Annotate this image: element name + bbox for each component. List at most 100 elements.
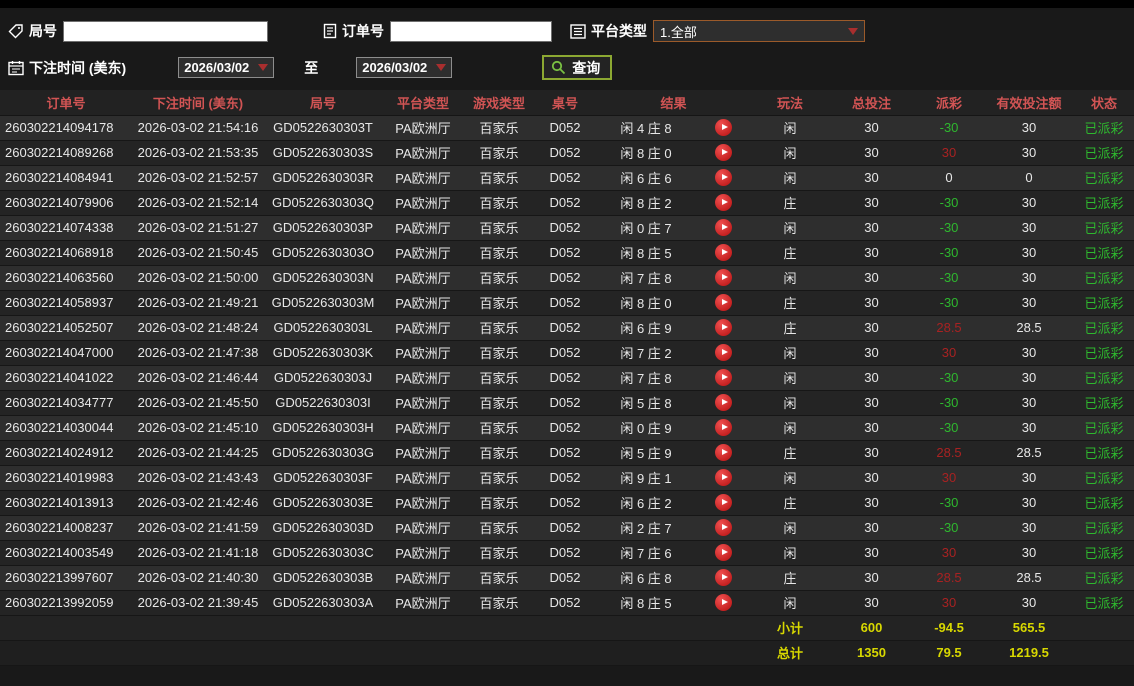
play-video-icon[interactable] xyxy=(715,419,732,437)
col-total-bet: 总投注 xyxy=(829,90,915,116)
cell-result: 闲 8 庄 5 xyxy=(596,590,696,616)
cell-result: 闲 7 庄 8 xyxy=(596,265,696,291)
cell-result: 闲 6 庄 2 xyxy=(596,490,696,516)
subtotal-label: 小计 xyxy=(751,615,830,641)
top-strip xyxy=(0,0,1134,8)
play-video-icon[interactable] xyxy=(715,144,732,162)
play-video-icon[interactable] xyxy=(715,444,732,462)
cell-play: 闲 xyxy=(751,590,830,616)
cell-payout: 0 xyxy=(914,165,985,191)
cell-platform: PA欧洲厅 xyxy=(382,590,464,616)
play-video-cell xyxy=(696,465,752,491)
cell-round-no: GD0522630303H xyxy=(264,415,382,441)
play-video-icon[interactable] xyxy=(715,544,732,562)
total-payout: 79.5 xyxy=(914,640,985,666)
cell-valid-bet: 30 xyxy=(984,290,1075,316)
cell-total-bet: 30 xyxy=(829,415,915,441)
table-row: 260302214068918 2026-03-02 21:50:45 GD0522… xyxy=(0,240,1134,266)
cell-round-no: GD0522630303T xyxy=(264,115,382,141)
cell-bet-time: 2026-03-02 21:43:43 xyxy=(132,465,264,491)
platform-type-value: 1.全部 xyxy=(660,24,697,40)
col-round-no: 局号 xyxy=(264,90,382,116)
cell-status: 已派彩 xyxy=(1074,190,1134,216)
cell-platform: PA欧洲厅 xyxy=(382,415,464,441)
cell-game: 百家乐 xyxy=(464,565,534,591)
cell-valid-bet: 30 xyxy=(984,490,1075,516)
cell-result: 闲 6 庄 8 xyxy=(596,565,696,591)
list-icon xyxy=(570,23,586,39)
cell-table-no: D052 xyxy=(534,190,596,216)
play-video-cell xyxy=(696,565,752,591)
search-button[interactable]: 查询 xyxy=(542,55,613,80)
cell-result: 闲 4 庄 8 xyxy=(596,115,696,141)
play-video-cell xyxy=(696,315,752,341)
play-video-icon[interactable] xyxy=(715,269,732,287)
cell-round-no: GD0522630303I xyxy=(264,390,382,416)
cell-payout: -30 xyxy=(914,190,985,216)
play-video-icon[interactable] xyxy=(715,319,732,337)
cell-result: 闲 7 庄 6 xyxy=(596,540,696,566)
cell-payout: 30 xyxy=(914,140,985,166)
subtotal-spacer xyxy=(0,615,752,641)
cell-play: 闲 xyxy=(751,115,830,141)
round-number-input[interactable] xyxy=(63,20,268,42)
play-video-icon[interactable] xyxy=(715,194,732,212)
cell-platform: PA欧洲厅 xyxy=(382,190,464,216)
cell-order-no: 260302214089268 xyxy=(0,140,132,166)
cell-table-no: D052 xyxy=(534,340,596,366)
cell-order-no: 260302214094178 xyxy=(0,115,132,141)
play-video-icon[interactable] xyxy=(715,494,732,512)
total-row: 总计 1350 79.5 1219.5 xyxy=(0,640,1134,666)
subtotal-row: 小计 600 -94.5 565.5 xyxy=(0,615,1134,641)
play-video-icon[interactable] xyxy=(715,369,732,387)
play-video-icon[interactable] xyxy=(715,469,732,487)
table-row: 260302214074338 2026-03-02 21:51:27 GD0522… xyxy=(0,215,1134,241)
cell-status: 已派彩 xyxy=(1074,340,1134,366)
play-video-icon[interactable] xyxy=(715,294,732,312)
cell-game: 百家乐 xyxy=(464,265,534,291)
order-number-input[interactable] xyxy=(390,20,552,42)
col-play-type: 玩法 xyxy=(751,90,830,116)
cell-order-no: 260302214019983 xyxy=(0,465,132,491)
cell-platform: PA欧洲厅 xyxy=(382,240,464,266)
play-video-icon[interactable] xyxy=(715,394,732,412)
cell-status: 已派彩 xyxy=(1074,390,1134,416)
cell-total-bet: 30 xyxy=(829,190,915,216)
cell-bet-time: 2026-03-02 21:41:18 xyxy=(132,540,264,566)
play-video-icon[interactable] xyxy=(715,219,732,237)
cell-round-no: GD0522630303A xyxy=(264,590,382,616)
play-video-icon[interactable] xyxy=(715,169,732,187)
cell-result: 闲 0 庄 9 xyxy=(596,415,696,441)
date-to-picker[interactable]: 2026/03/02 xyxy=(356,57,453,78)
cell-round-no: GD0522630303R xyxy=(264,165,382,191)
play-video-icon[interactable] xyxy=(715,519,732,537)
cell-play: 闲 xyxy=(751,140,830,166)
play-video-icon[interactable] xyxy=(715,569,732,587)
col-table-no: 桌号 xyxy=(534,90,596,116)
cell-platform: PA欧洲厅 xyxy=(382,265,464,291)
cell-round-no: GD0522630303C xyxy=(264,540,382,566)
platform-type-select[interactable]: 1.全部 xyxy=(653,20,865,42)
play-video-icon[interactable] xyxy=(715,119,732,137)
play-video-icon[interactable] xyxy=(715,344,732,362)
cell-play: 闲 xyxy=(751,515,830,541)
cell-result: 闲 8 庄 5 xyxy=(596,240,696,266)
play-video-cell xyxy=(696,390,752,416)
play-video-icon[interactable] xyxy=(715,244,732,262)
play-video-icon[interactable] xyxy=(715,594,732,612)
date-from-picker[interactable]: 2026/03/02 xyxy=(178,57,275,78)
cell-payout: -30 xyxy=(914,365,985,391)
cell-status: 已派彩 xyxy=(1074,590,1134,616)
play-video-cell xyxy=(696,215,752,241)
cell-order-no: 260302214068918 xyxy=(0,240,132,266)
cell-play: 闲 xyxy=(751,540,830,566)
table-row: 260302214058937 2026-03-02 21:49:21 GD0522… xyxy=(0,290,1134,316)
platform-type-label: 平台类型 xyxy=(591,23,647,39)
cell-valid-bet: 30 xyxy=(984,540,1075,566)
cell-game: 百家乐 xyxy=(464,115,534,141)
cell-order-no: 260302214008237 xyxy=(0,515,132,541)
table-row: 260302214094178 2026-03-02 21:54:16 GD0522… xyxy=(0,115,1134,141)
cell-table-no: D052 xyxy=(534,465,596,491)
cell-order-no: 260302214052507 xyxy=(0,315,132,341)
cell-table-no: D052 xyxy=(534,565,596,591)
